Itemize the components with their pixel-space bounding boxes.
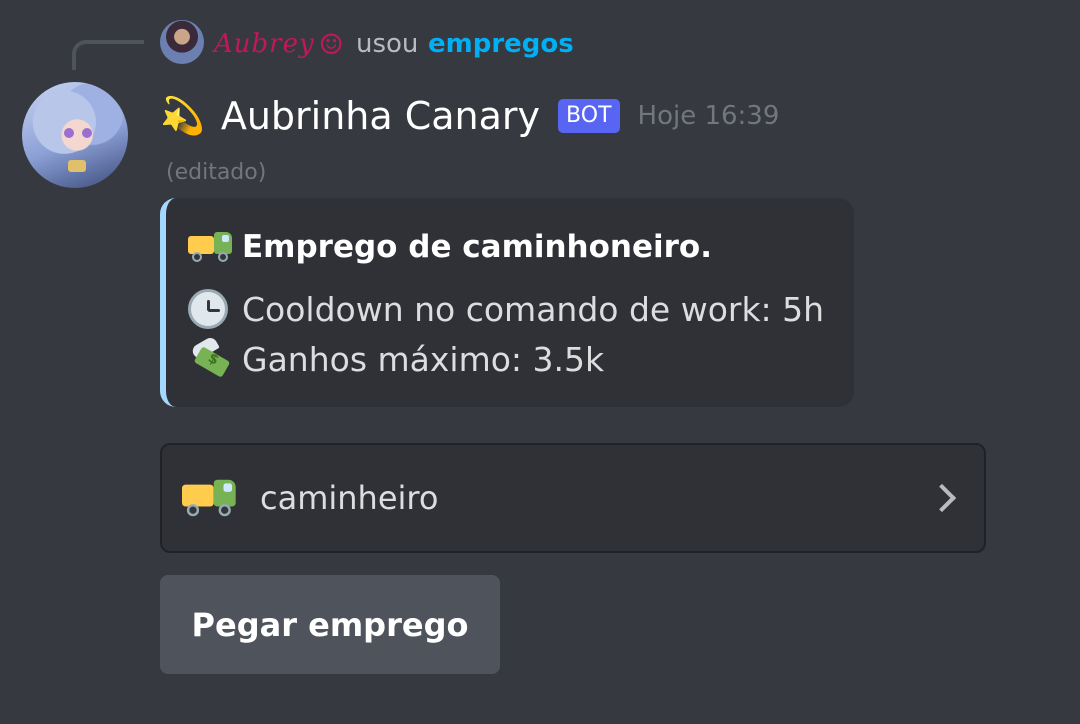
bot-username[interactable]: Aubrinha Canary	[221, 94, 540, 138]
chevron-right-icon	[927, 483, 957, 513]
job-select-menu[interactable]: caminheiro	[160, 443, 986, 553]
reply-connector-line	[72, 40, 144, 70]
embed-field-row: Ganhos máximo: 3.5k	[188, 334, 830, 384]
embed-title-row: Emprego de caminhoneiro.	[188, 224, 830, 270]
reply-username[interactable]: Aubrey ☺	[214, 24, 345, 64]
embed-field-cooldown: Cooldown no comando de work: 5h	[242, 289, 825, 329]
message-header: 💫 Aubrinha Canary BOT Hoje 16:39	[160, 88, 779, 144]
embed-card: Emprego de caminhoneiro. Cooldown no com…	[160, 198, 854, 407]
message-timestamp[interactable]: Hoje 16:39	[638, 101, 780, 131]
clock-icon	[188, 289, 234, 329]
reply-username-text[interactable]: Aubrey	[214, 29, 315, 59]
select-selected-value: caminheiro	[260, 479, 439, 517]
embed-field-earnings: Ganhos máximo: 3.5k	[242, 339, 605, 379]
embed-field-row: Cooldown no comando de work: 5h	[188, 284, 830, 334]
truck-icon	[188, 232, 234, 262]
reply-action-text: usou	[356, 29, 419, 59]
get-job-button[interactable]: Pegar emprego	[160, 575, 500, 674]
reply-command-link[interactable]: empregos	[428, 24, 574, 64]
bot-avatar[interactable]	[22, 82, 128, 188]
reply-username-decoration: ☺	[318, 27, 345, 61]
dizzy-icon: 💫	[160, 96, 205, 137]
money-with-wings-icon	[188, 335, 234, 379]
embed-title: Emprego de caminhoneiro.	[242, 229, 713, 265]
truck-icon	[182, 479, 250, 517]
reply-user-avatar[interactable]	[160, 20, 204, 64]
bot-badge: BOT	[558, 99, 620, 133]
edited-label: (editado)	[166, 160, 267, 185]
